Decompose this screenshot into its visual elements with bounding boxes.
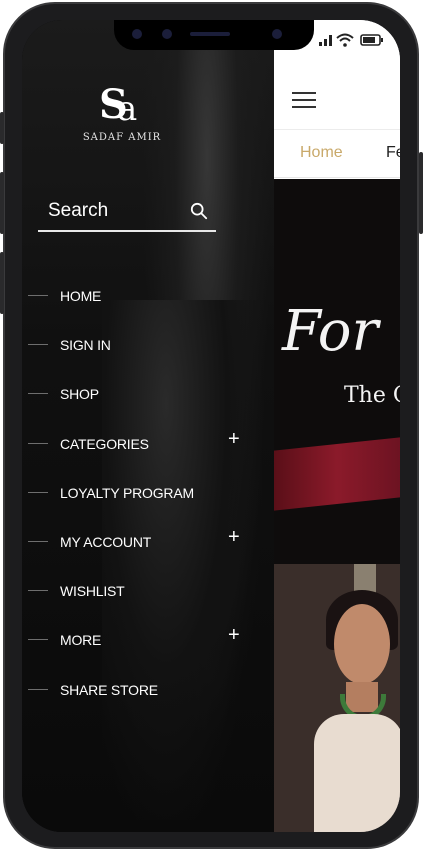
menu-item-label: LOYALTY PROGRAM xyxy=(60,484,194,501)
banner-script-text: For xyxy=(282,299,379,364)
search-icon[interactable] xyxy=(190,202,208,220)
menu-item-label: WISHLIST xyxy=(60,583,125,600)
menu-dash xyxy=(28,590,48,592)
menu-item-my-account[interactable]: MY ACCOUNT + xyxy=(22,524,274,573)
menu-dash xyxy=(28,639,48,641)
menu-dash xyxy=(28,344,48,346)
menu-item-categories[interactable]: CATEGORIES + xyxy=(22,426,274,475)
speaker-grille xyxy=(190,32,230,36)
brand-name: SADAF AMIR xyxy=(82,132,162,143)
app-content: Home Fe For The C xyxy=(274,20,400,832)
app-tab-bar: Home Fe xyxy=(274,130,400,178)
menu-item-label: MORE xyxy=(60,632,102,649)
product-model-image[interactable] xyxy=(274,564,400,832)
banner-fabric-image xyxy=(274,437,400,511)
sensor-icon xyxy=(162,29,172,39)
logo-mark-a: a xyxy=(117,89,138,129)
model-dress xyxy=(314,714,400,832)
phone-mute-button xyxy=(0,112,4,144)
menu-dash xyxy=(28,295,48,296)
menu-dash xyxy=(28,540,48,542)
battery-icon xyxy=(360,34,383,46)
face-id-icon xyxy=(272,29,282,39)
menu-dash xyxy=(28,491,48,493)
expand-plus-icon[interactable]: + xyxy=(228,527,240,547)
brand-logo-mark: S a xyxy=(99,82,145,130)
menu-item-more[interactable]: MORE + xyxy=(22,622,274,671)
search-input[interactable]: Search xyxy=(38,200,216,232)
phone-power-button xyxy=(419,152,423,234)
menu-item-wishlist[interactable]: WISHLIST xyxy=(22,573,274,622)
menu-dash xyxy=(28,688,48,690)
phone-notch xyxy=(114,20,314,50)
drawer-menu: HOME SIGN IN SHOP CATEGORIES + LOYALTY P… xyxy=(22,278,274,721)
expand-plus-icon[interactable]: + xyxy=(228,625,240,645)
side-drawer: S a SADAF AMIR Search HOME SIGN IN SHOP … xyxy=(22,20,274,832)
menu-dash xyxy=(28,393,48,395)
menu-item-shop[interactable]: SHOP xyxy=(22,376,274,425)
model-face xyxy=(334,604,390,684)
phone-volume-down-button xyxy=(0,252,4,314)
menu-item-label: HOME xyxy=(60,288,102,304)
wifi-icon xyxy=(336,33,354,47)
menu-dash xyxy=(28,442,48,444)
menu-item-label: SHOP xyxy=(60,386,99,403)
menu-item-label: SIGN IN xyxy=(60,337,111,354)
menu-item-share-store[interactable]: SHARE STORE xyxy=(22,672,274,721)
menu-item-sign-in[interactable]: SIGN IN xyxy=(22,327,274,376)
tab-home[interactable]: Home xyxy=(300,144,343,162)
signal-icon xyxy=(319,35,332,46)
menu-item-home[interactable]: HOME xyxy=(22,278,274,327)
search-label: Search xyxy=(48,200,109,221)
phone-volume-up-button xyxy=(0,172,4,234)
menu-item-label: MY ACCOUNT xyxy=(60,533,152,550)
screen: Home Fe For The C S a SADAF AMIR xyxy=(22,20,400,832)
menu-item-label: CATEGORIES xyxy=(60,435,149,452)
menu-item-label: SHARE STORE xyxy=(60,681,158,698)
brand-logo[interactable]: S a SADAF AMIR xyxy=(22,82,222,144)
expand-plus-icon[interactable]: + xyxy=(228,429,240,449)
front-camera-icon xyxy=(132,29,142,39)
tab-featured[interactable]: Fe xyxy=(386,144,400,162)
menu-item-loyalty-program[interactable]: LOYALTY PROGRAM xyxy=(22,475,274,524)
banner-subtitle: The C xyxy=(344,383,400,408)
hero-banner[interactable]: For The C xyxy=(274,179,400,564)
hamburger-menu-icon[interactable] xyxy=(292,92,316,110)
